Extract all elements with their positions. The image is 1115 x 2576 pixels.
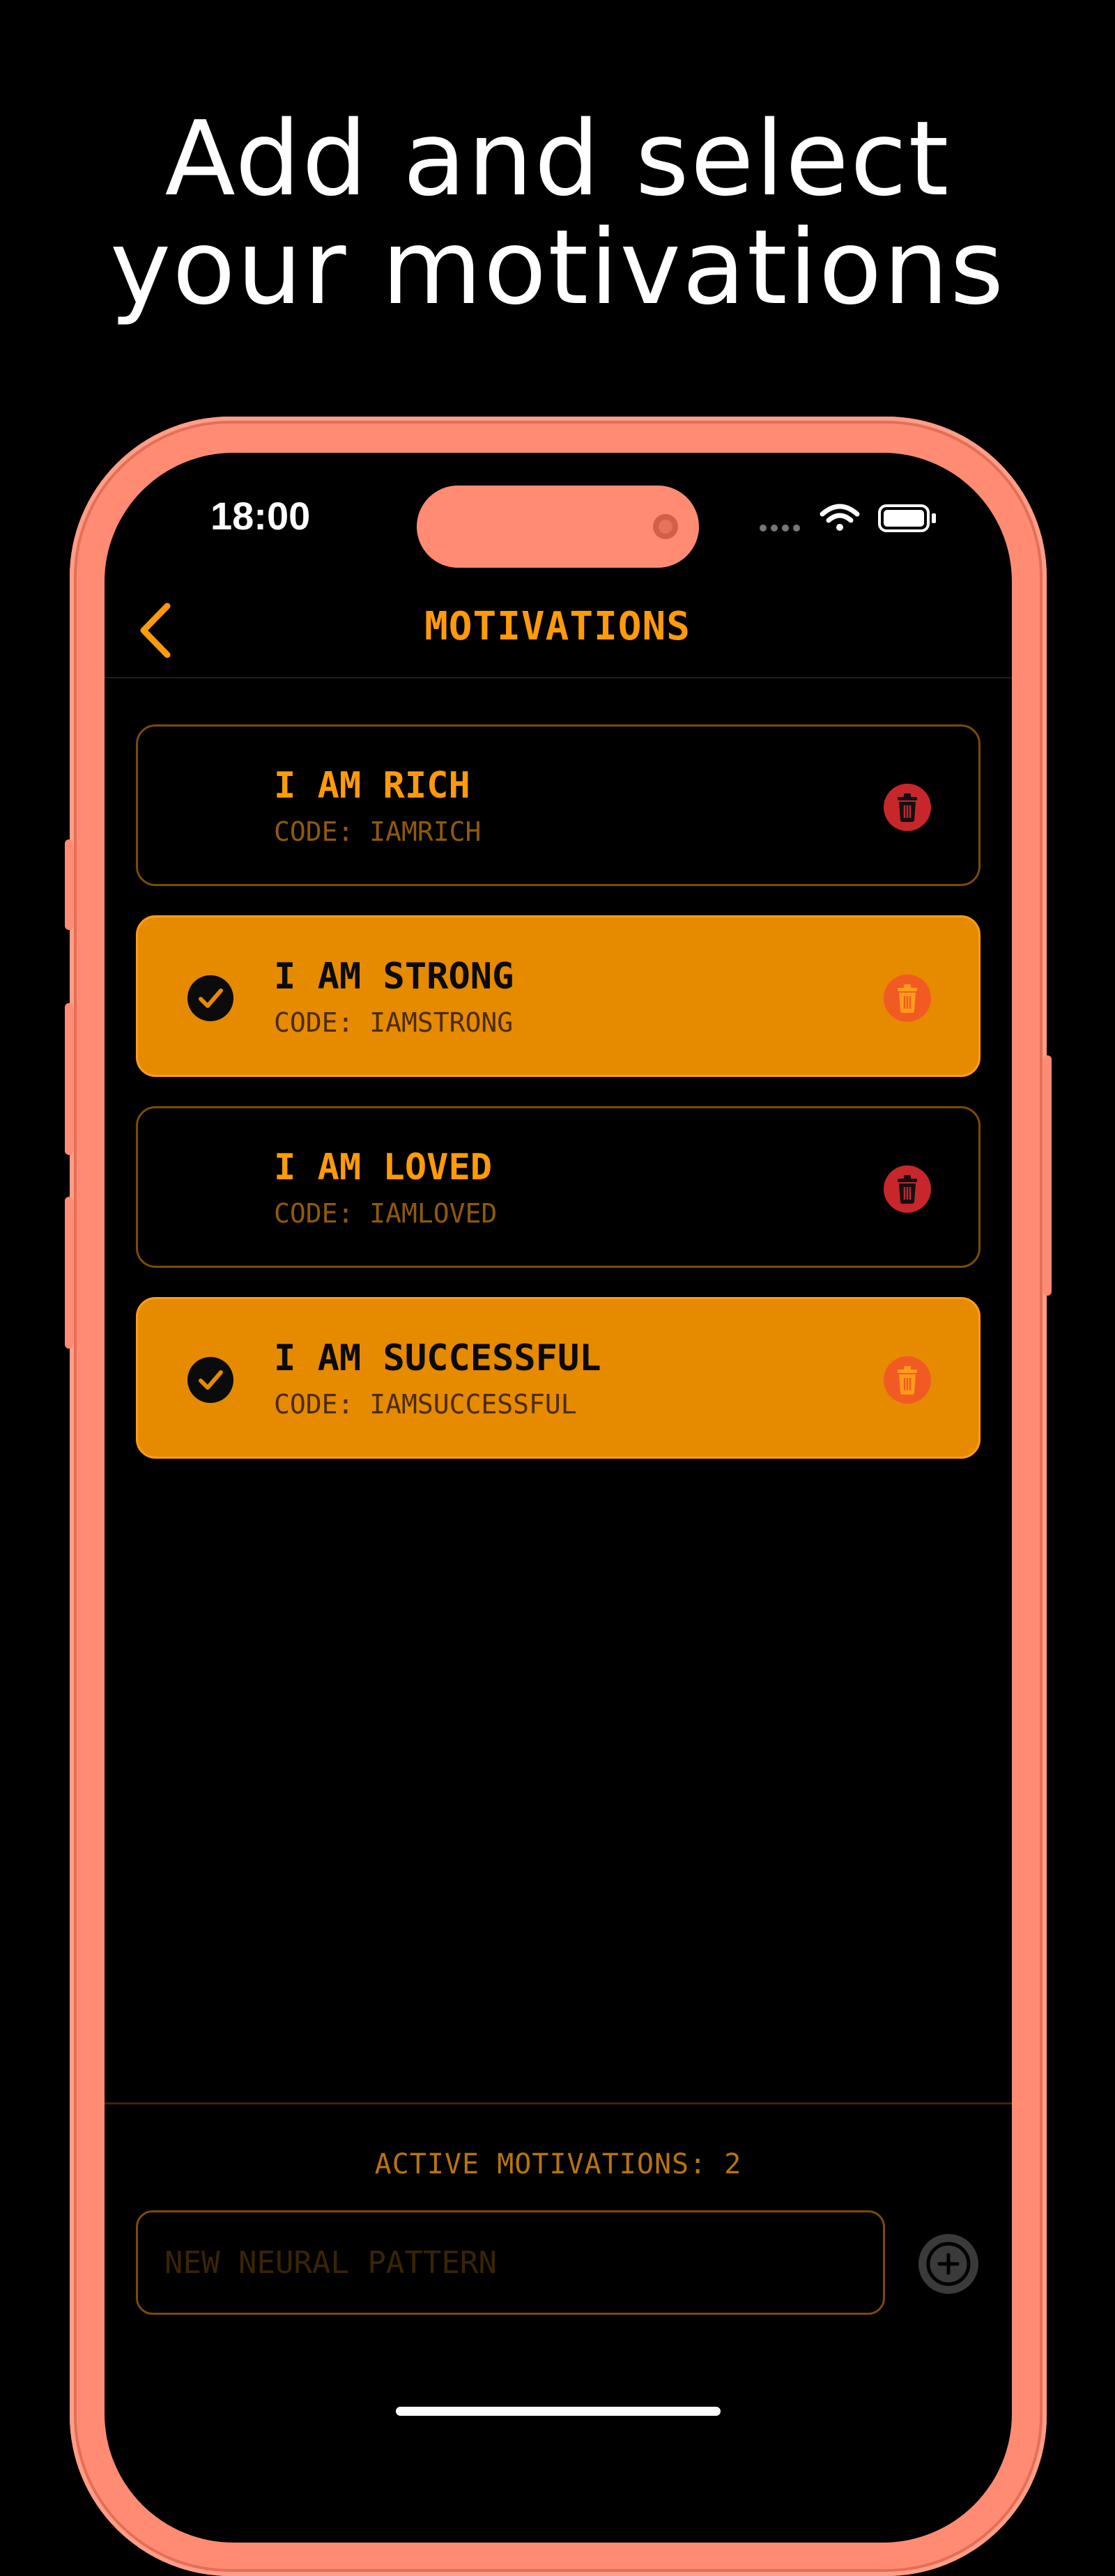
add-button[interactable] [918, 2234, 978, 2294]
camera-icon [653, 514, 678, 539]
new-pattern-input[interactable] [136, 2210, 885, 2315]
headline: Add and select your motivations [0, 104, 1115, 322]
motivation-card[interactable]: I AM RICH CODE: IAMRICH [136, 724, 981, 886]
trash-icon [898, 793, 917, 822]
battery-icon [878, 504, 936, 532]
trash-icon [898, 1175, 917, 1204]
wifi-icon [820, 504, 860, 531]
trash-icon [898, 984, 917, 1013]
volume-up-button [65, 1003, 73, 1155]
headline-line-2: your motivations [109, 208, 1006, 327]
status-time: 18:00 [210, 494, 311, 538]
cellular-signal-icon [760, 525, 800, 532]
checkmark-circle-icon [187, 975, 233, 1021]
plus-circle-icon [926, 2242, 971, 2286]
delete-button[interactable] [884, 1165, 931, 1213]
delete-button[interactable] [884, 784, 931, 831]
motivation-title: I AM STRONG [274, 956, 514, 998]
nav-divider [105, 677, 1012, 678]
back-button[interactable] [132, 599, 181, 662]
chevron-left-icon [140, 603, 171, 658]
active-motivations-count: ACTIVE MOTIVATIONS: 2 [374, 2148, 742, 2180]
motivation-title: I AM LOVED [274, 1147, 493, 1188]
delete-button[interactable] [884, 1356, 931, 1404]
volume-down-button [65, 1197, 73, 1349]
footer-divider [105, 2102, 1012, 2104]
motivation-code: CODE: IAMRICH [274, 816, 482, 847]
motivation-card[interactable]: I AM LOVED CODE: IAMLOVED [136, 1106, 981, 1268]
motivation-title: I AM RICH [274, 765, 470, 807]
page-title: MOTIVATIONS [424, 604, 691, 649]
motivation-code: CODE: IAMLOVED [274, 1198, 498, 1229]
dynamic-island [417, 486, 699, 568]
home-indicator [396, 2407, 721, 2416]
delete-button[interactable] [884, 975, 931, 1022]
motivation-code: CODE: IAMSTRONG [274, 1007, 514, 1038]
motivation-code: CODE: IAMSUCCESSFUL [274, 1389, 577, 1420]
checkmark-circle-icon [187, 1357, 233, 1403]
motivation-card[interactable]: I AM SUCCESSFUL CODE: IAMSUCCESSFUL [136, 1297, 981, 1459]
power-button [1043, 1055, 1052, 1296]
motivation-card[interactable]: I AM STRONG CODE: IAMSTRONG [136, 915, 981, 1077]
motivation-title: I AM SUCCESSFUL [274, 1337, 601, 1379]
headline-line-1: Add and select [164, 99, 951, 219]
action-button [65, 839, 73, 930]
status-icons [756, 500, 944, 535]
trash-icon [898, 1366, 917, 1395]
